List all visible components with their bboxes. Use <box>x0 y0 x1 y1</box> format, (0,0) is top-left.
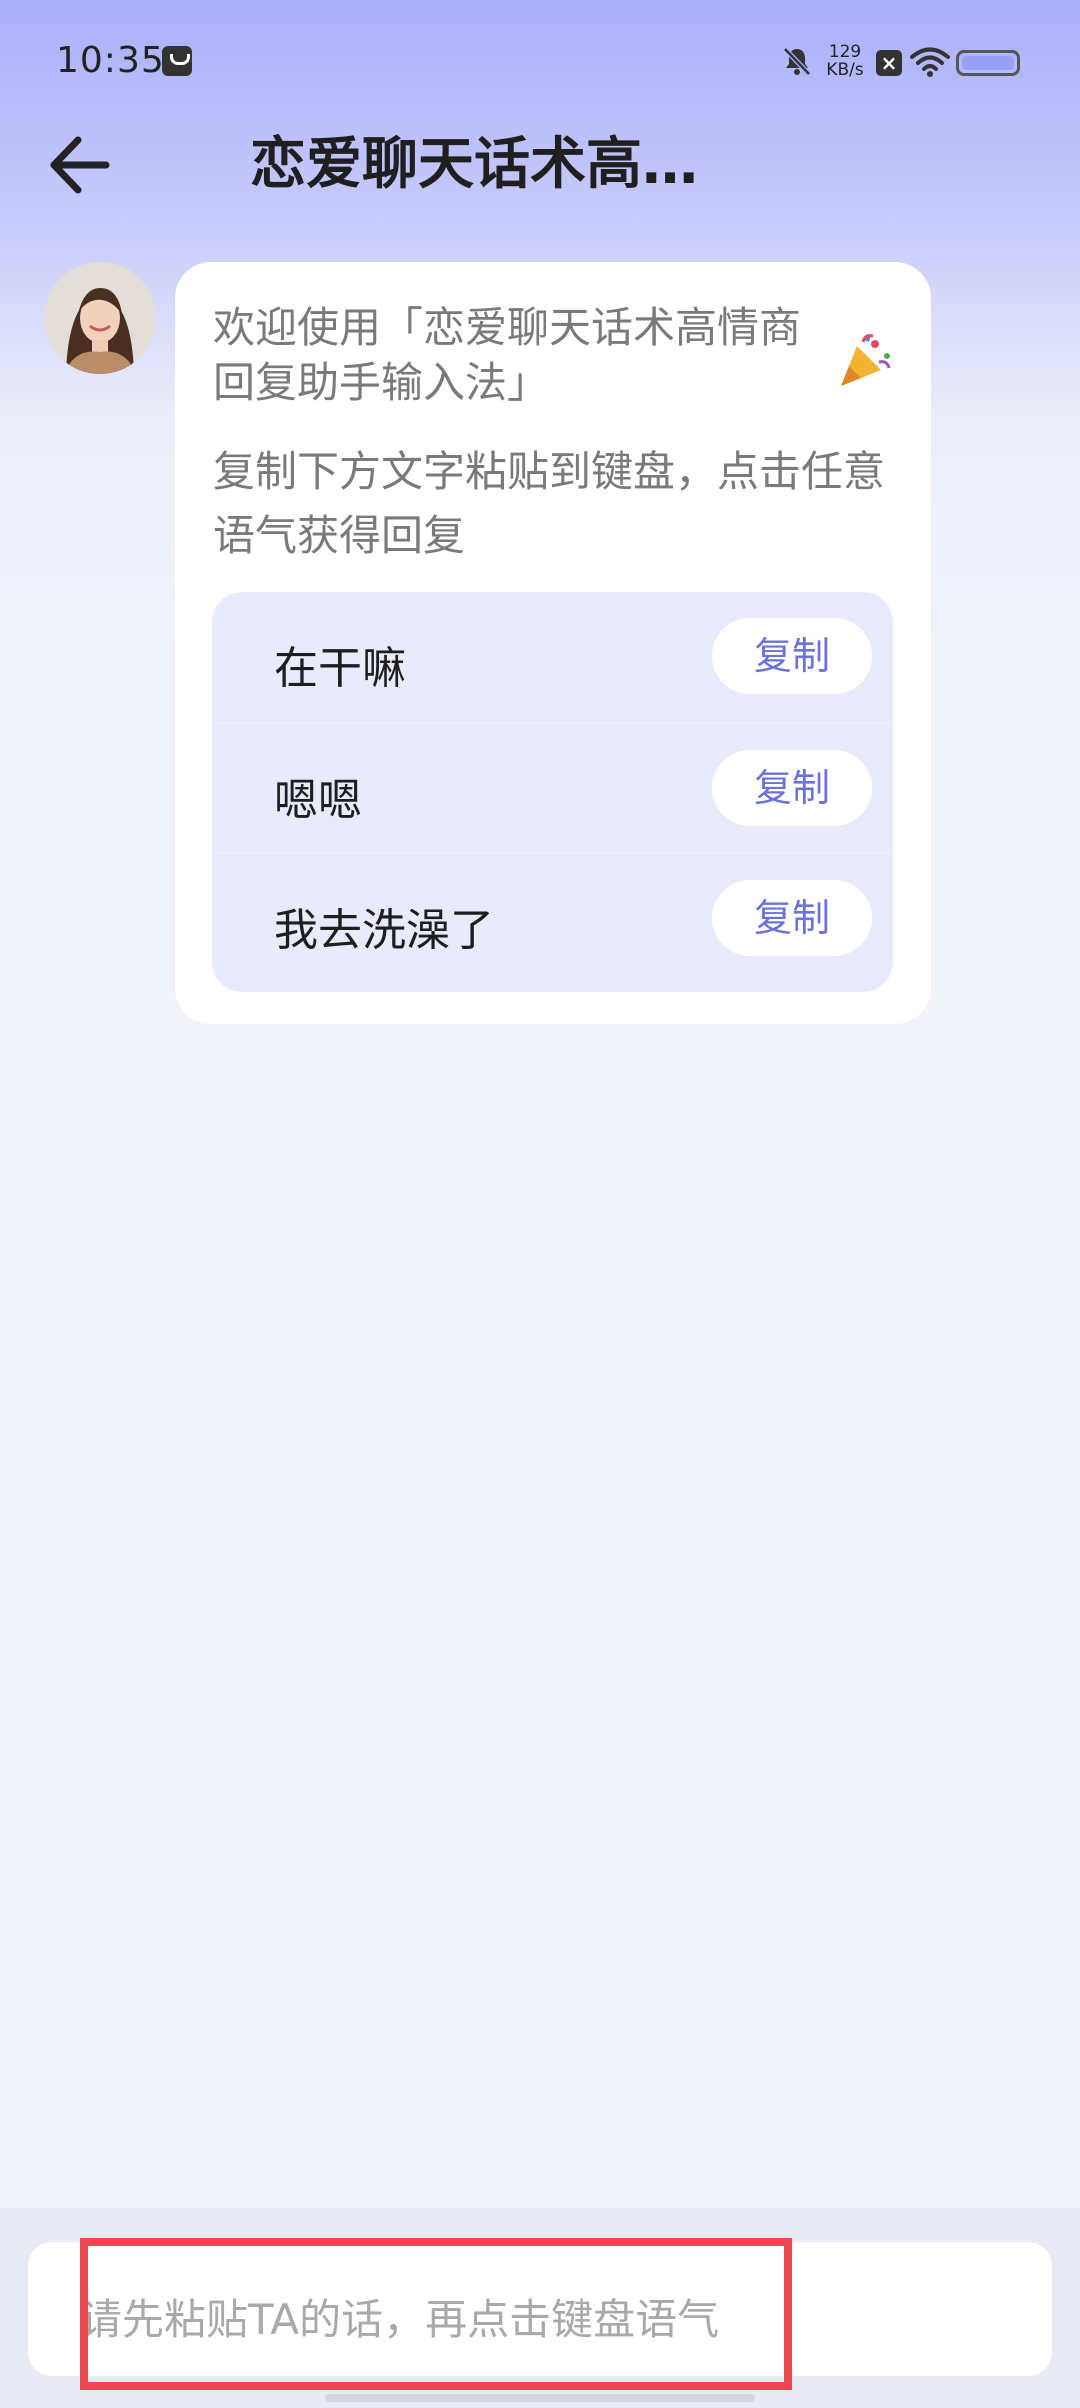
copy-button[interactable]: 复制 <box>712 750 872 826</box>
battery-icon <box>956 50 1020 76</box>
copy-button[interactable]: 复制 <box>712 618 872 694</box>
copy-button[interactable]: 复制 <box>712 880 872 956</box>
close-box-icon: × <box>876 50 902 76</box>
phrase-text: 嗯嗯 <box>274 775 362 826</box>
net-speed: 129 KB/s <box>822 43 868 79</box>
arrow-left-icon[interactable] <box>46 130 116 200</box>
home-indicator <box>325 2394 755 2402</box>
wifi-icon <box>910 47 950 77</box>
phrase-text: 我去洗澡了 <box>274 905 494 956</box>
status-time: 10:35 <box>56 40 165 81</box>
party-popper-icon <box>841 334 891 386</box>
page-title: 恋爱聊天话术高… <box>250 132 698 197</box>
phrase-row: 嗯嗯 复制 <box>212 722 893 854</box>
welcome-message-bubble: 欢迎使用「恋爱聊天话术高情商回复助手输入法」 复制下方文字粘贴到键盘，点击任意语… <box>175 262 931 1024</box>
phrase-row: 在干嘛 复制 <box>212 592 893 722</box>
highlight-box <box>80 2238 792 2390</box>
instructions-text: 复制下方文字粘贴到键盘，点击任意语气获得回复 <box>213 447 886 560</box>
bell-muted-icon <box>783 47 811 76</box>
assistant-avatar <box>44 262 156 374</box>
net-speed-unit: KB/s <box>826 60 864 80</box>
phrase-list: 在干嘛 复制 嗯嗯 复制 我去洗澡了 复制 <box>212 592 893 992</box>
shopping-bag-icon <box>162 46 192 76</box>
phrase-row: 我去洗澡了 复制 <box>212 852 893 984</box>
phrase-text: 在干嘛 <box>274 643 406 694</box>
status-bar: 10:35 129 KB/s × <box>0 0 1080 125</box>
net-speed-value: 129 <box>828 42 862 62</box>
welcome-text: 欢迎使用「恋爱聊天话术高情商回复助手输入法」 <box>213 303 802 407</box>
